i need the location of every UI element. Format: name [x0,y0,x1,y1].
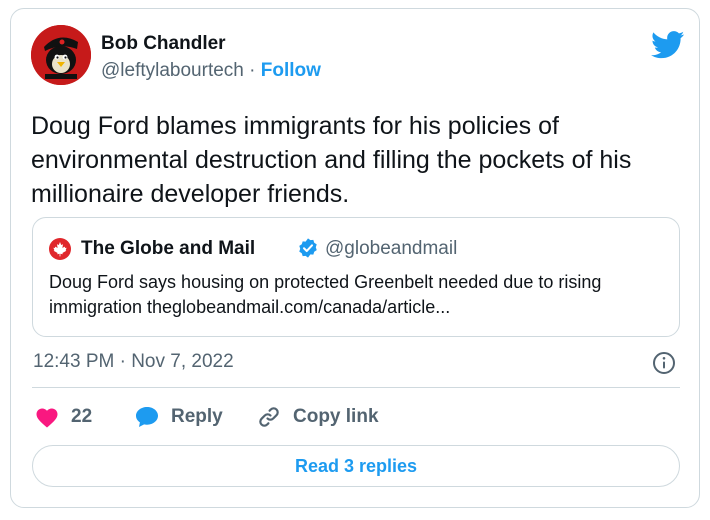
info-icon[interactable] [652,351,676,375]
like-button[interactable]: 22 [35,404,92,430]
divider [32,387,680,388]
tweet-text: Doug Ford blames immigrants for his poli… [31,112,632,208]
author-name[interactable]: Bob Chandler [101,33,226,55]
quote-author-avatar [49,238,71,260]
quoted-tweet[interactable]: The Globe and Mail @globeandmail Doug Fo… [32,217,680,337]
avatar-image [31,25,91,85]
handle-separator: · [249,60,256,81]
copy-link-label: Copy link [293,406,379,427]
heart-icon [36,408,58,428]
tweet-card: Bob Chandler @leftylabourtech · Follow D… [10,8,700,508]
maple-leaf-icon [53,242,67,257]
twitter-bird-icon[interactable] [651,31,685,59]
speech-bubble-icon [136,407,158,427]
verified-badge-icon [299,238,317,258]
tweet-timestamp[interactable]: 12:43 PM · Nov 7, 2022 [33,351,234,373]
follow-button[interactable]: Follow [261,60,321,81]
read-replies-button[interactable]: Read 3 replies [32,445,680,487]
quote-text: Doug Ford says housing on protected Gree… [49,272,602,317]
quote-author-name: The Globe and Mail [81,238,256,259]
author-handle-line: @leftylabourtech · Follow [101,60,321,82]
reply-label: Reply [171,406,223,427]
author-handle[interactable]: @leftylabourtech [101,60,244,81]
like-count: 22 [71,406,93,427]
author-avatar[interactable] [31,25,91,85]
link-icon [259,407,279,427]
reply-button[interactable]: Reply [135,404,223,430]
copy-link-button[interactable]: Copy link [257,404,379,430]
quote-author-handle: @globeandmail [325,238,458,259]
